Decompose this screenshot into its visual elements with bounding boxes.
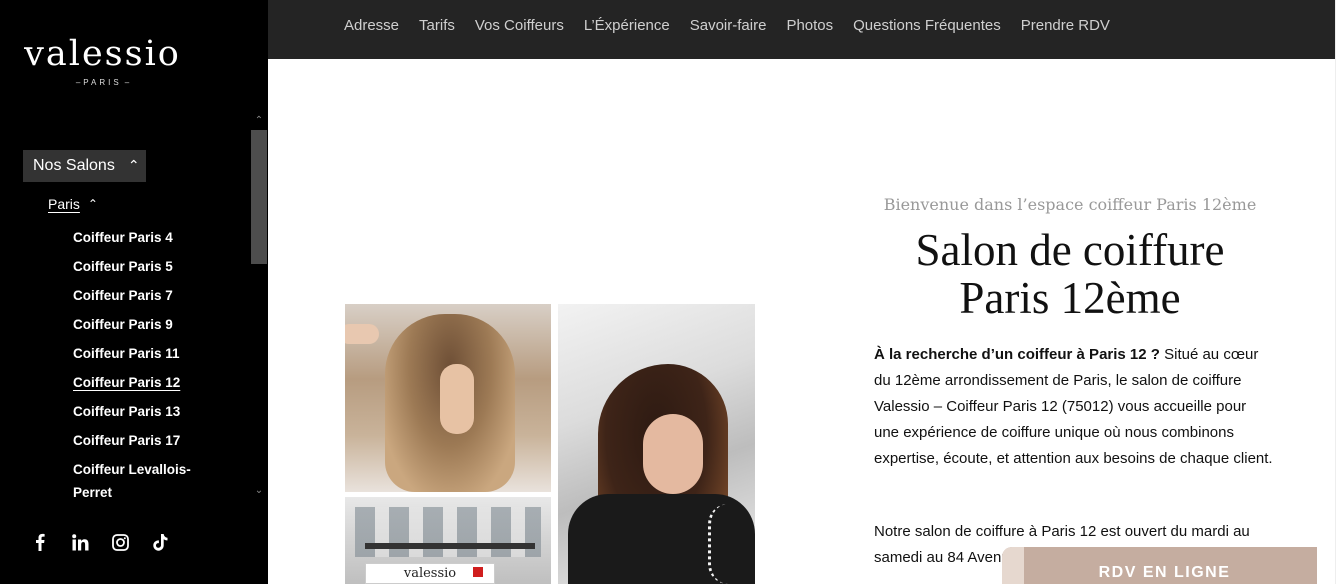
photo-salon-storefront: valessio	[345, 497, 551, 584]
salon-nav: Nos Salons ⌃ Paris ⌃ Coiffeur Paris 4 Co…	[0, 114, 268, 500]
salon-link[interactable]: Coiffeur Levallois-Perret	[73, 458, 223, 500]
section-eyebrow: Bienvenue dans l’espace coiffeur Paris 1…	[883, 195, 1257, 214]
intro-paragraph: À la recherche d’un coiffeur à Paris 12 …	[874, 342, 1274, 472]
brand-logo[interactable]: valessio PARIS	[0, 34, 205, 87]
city-toggle-paris[interactable]: Paris ⌃	[48, 196, 98, 212]
nav-link-adresse[interactable]: Adresse	[344, 17, 399, 34]
rdv-en-ligne-button[interactable]: RDV EN LIGNE	[1002, 547, 1317, 584]
salon-link[interactable]: Coiffeur Paris 5	[73, 255, 223, 284]
page-title-line1: Salon de coiffure	[915, 225, 1225, 275]
salon-link-label: Coiffeur Paris 13	[73, 404, 181, 419]
page-title: Salon de coiffure Paris 12ème	[800, 226, 1340, 322]
instagram-icon[interactable]	[110, 532, 130, 552]
intro-lead: À la recherche d’un coiffeur à Paris 12 …	[874, 346, 1160, 363]
photo-smiling-client	[558, 304, 755, 584]
salon-link[interactable]: Coiffeur Paris 7	[73, 284, 223, 313]
nav-link-faq[interactable]: Questions Fréquentes	[853, 17, 1001, 34]
top-nav-list: Adresse Tarifs Vos Coiffeurs L’Éxpérienc…	[344, 17, 1130, 34]
nav-link-photos[interactable]: Photos	[786, 17, 833, 34]
chevron-up-icon: ⌃	[127, 156, 140, 173]
nav-link-savoir-faire[interactable]: Savoir-faire	[690, 17, 767, 34]
building-balcony	[365, 543, 535, 549]
scroll-down-icon[interactable]: ⌄	[253, 485, 265, 497]
nav-link-tarifs[interactable]: Tarifs	[419, 17, 455, 34]
salon-link-label: Coiffeur Paris 12	[73, 375, 181, 390]
hand-shape	[345, 324, 379, 344]
salon-link-label: Coiffeur Paris 4	[73, 230, 173, 245]
face-shape	[643, 414, 703, 494]
salon-list: Coiffeur Paris 4 Coiffeur Paris 5 Coiffe…	[73, 226, 223, 500]
salon-link-current[interactable]: Coiffeur Paris 12	[73, 371, 223, 400]
sidebar-scrollbar[interactable]: ⌃ ⌄	[250, 114, 268, 500]
facebook-icon[interactable]	[30, 532, 50, 552]
linkedin-icon[interactable]	[70, 532, 90, 552]
salon-link-label: Coiffeur Paris 17	[73, 433, 181, 448]
scroll-up-icon[interactable]: ⌃	[253, 115, 265, 127]
pearl-detail	[708, 504, 748, 584]
face-shape	[440, 364, 474, 434]
salon-link-label: Coiffeur Paris 7	[73, 288, 173, 303]
page-title-line2: Paris 12ème	[959, 273, 1181, 323]
chevron-up-icon: ⌃	[87, 197, 98, 211]
salon-link[interactable]: Coiffeur Paris 4	[73, 226, 223, 255]
intro-body: Situé au cœur du 12ème arrondissement de…	[874, 346, 1273, 467]
logo-city: PARIS	[0, 78, 205, 87]
tiktok-icon[interactable]	[150, 532, 170, 552]
top-navigation: Adresse Tarifs Vos Coiffeurs L’Éxpérienc…	[268, 0, 1335, 59]
rdv-button-label: RDV EN LIGNE	[1098, 564, 1231, 581]
social-links	[30, 532, 170, 552]
nav-link-prendre-rdv[interactable]: Prendre RDV	[1021, 17, 1110, 34]
salon-link[interactable]: Coiffeur Paris 17	[73, 429, 223, 458]
salon-link-label: Coiffeur Paris 5	[73, 259, 173, 274]
salon-link[interactable]: Coiffeur Paris 11	[73, 342, 223, 371]
salon-link-label: Coiffeur Levallois-Perret	[73, 462, 191, 500]
storefront-badge	[473, 567, 483, 577]
photo-blonde-bob	[345, 304, 551, 492]
scrollbar-thumb[interactable]	[251, 130, 267, 264]
salon-link-label: Coiffeur Paris 11	[73, 346, 180, 361]
building-windows	[355, 507, 541, 557]
sidebar: valessio PARIS Nos Salons ⌃ Paris ⌃ Coif…	[0, 0, 268, 584]
logo-wordmark: valessio	[24, 34, 181, 74]
nos-salons-toggle[interactable]: Nos Salons ⌃	[23, 150, 146, 182]
salon-link-label: Coiffeur Paris 9	[73, 317, 173, 332]
salon-link[interactable]: Coiffeur Paris 13	[73, 400, 223, 429]
nav-link-experience[interactable]: L’Éxpérience	[584, 17, 670, 34]
nav-link-coiffeurs[interactable]: Vos Coiffeurs	[475, 17, 564, 34]
city-label: Paris	[48, 196, 80, 212]
salon-link[interactable]: Coiffeur Paris 9	[73, 313, 223, 342]
nos-salons-label: Nos Salons	[33, 157, 115, 174]
